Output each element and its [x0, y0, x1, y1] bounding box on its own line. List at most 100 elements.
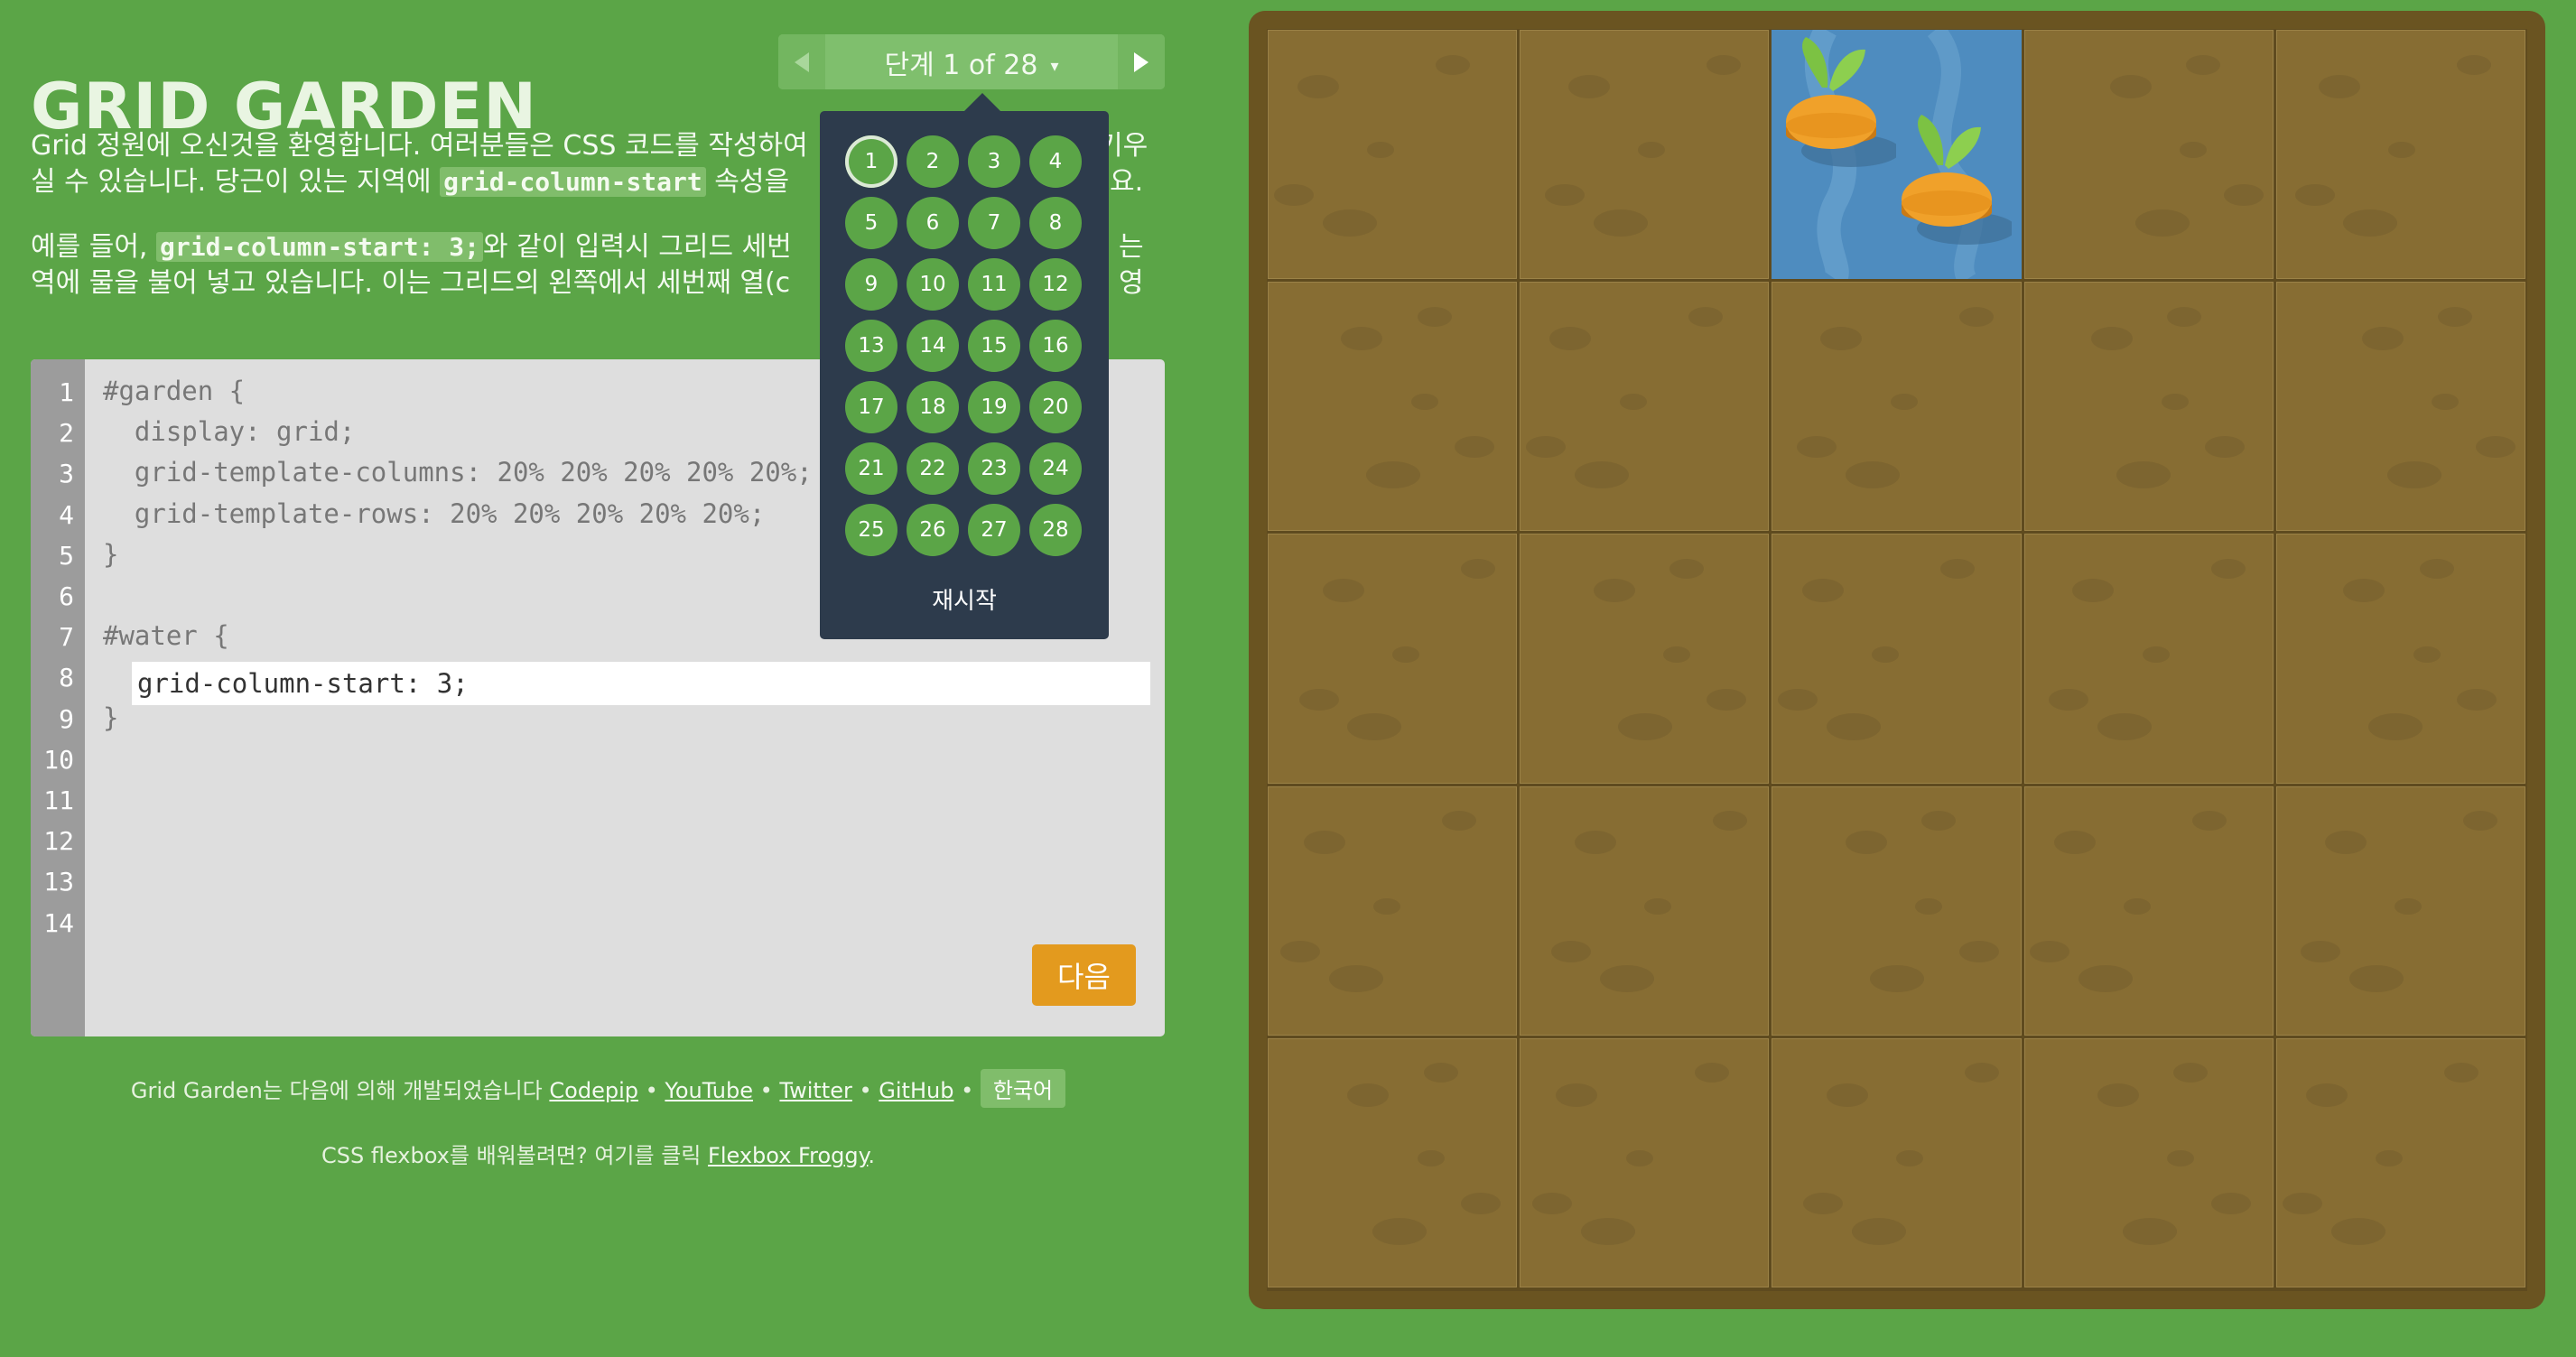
level-button-11[interactable]: 11 [968, 258, 1020, 311]
level-button-26[interactable]: 26 [907, 504, 959, 556]
soil-stone [1544, 184, 1585, 207]
flexbox-note-text: CSS flexbox를 배워볼려면? 여기를 클릭 [321, 1143, 709, 1168]
soil-stone [2072, 579, 2115, 603]
level-dropdown: 재시작 1 2 3 4 5 6 7 8 9 10 11 12 13 14 15 16 17 18 19 20 21 22 2… [820, 93, 1109, 639]
level-button-2[interactable]: 2 [907, 135, 959, 188]
level-button-20[interactable]: 20 [1029, 381, 1082, 433]
flexbox-note: CSS flexbox를 배워볼려면? 여기를 클릭 Flexbox Frogg… [0, 1138, 1196, 1169]
level-button-23[interactable]: 23 [968, 442, 1020, 495]
line-number: 3 [59, 459, 74, 489]
separator: • [752, 1078, 780, 1103]
soil-stone [1593, 579, 1635, 603]
level-button-28[interactable]: 28 [1029, 504, 1082, 556]
soil-stone [1801, 579, 1844, 603]
soil-stone [2091, 326, 2134, 350]
twitter-link[interactable]: Twitter [779, 1078, 851, 1103]
soil-stone [2386, 461, 2441, 489]
soil-stone [1442, 811, 1477, 832]
level-button-3[interactable]: 3 [968, 135, 1020, 188]
level-button-22[interactable]: 22 [907, 442, 959, 495]
soil-stone [1958, 306, 1994, 327]
soil-stone [2294, 184, 2335, 207]
soil-stone [1574, 831, 1616, 855]
soil-stone [2167, 306, 2202, 327]
soil-cell [1772, 1037, 2022, 1287]
level-button-21[interactable]: 21 [845, 442, 897, 495]
soil-stone [1531, 1193, 1572, 1215]
line-number: 5 [59, 540, 74, 571]
next-button[interactable]: 다음 [1032, 944, 1136, 1006]
codepip-link[interactable]: Codepip [549, 1078, 638, 1103]
css-answer-input[interactable] [132, 662, 1150, 705]
level-button-27[interactable]: 27 [968, 504, 1020, 556]
soil-stone [2330, 1217, 2385, 1245]
soil-stone [1392, 646, 1420, 663]
chevron-down-icon: ▾ [1050, 56, 1059, 76]
soil-stone [1322, 579, 1364, 603]
soil-stone [2376, 1150, 2404, 1167]
flexbox-note-suffix: . [868, 1143, 876, 1168]
garden-grid [1267, 29, 2527, 1291]
level-button-10[interactable]: 10 [907, 258, 959, 311]
soil-stone [2161, 394, 2189, 411]
separator: • [953, 1078, 981, 1103]
flexbox-froggy-link[interactable]: Flexbox Froggy [708, 1143, 868, 1168]
soil-stone [1688, 306, 1723, 327]
level-button-9[interactable]: 9 [845, 258, 897, 311]
soil-stone [1455, 436, 1495, 459]
soil-stone [1778, 688, 1818, 711]
code-line: grid-template-rows: 20% 20% 20% 20% 20%; [103, 497, 766, 529]
instructions-text: 역에 물을 불어 넣고 있습니다. 이는 그리드의 왼쪽에서 세번째 열(c [31, 267, 791, 299]
level-button-25[interactable]: 25 [845, 504, 897, 556]
level-navigation: 단계 1 of 28 ▾ [778, 34, 1165, 89]
soil-cell [1520, 1037, 1770, 1287]
level-button-17[interactable]: 17 [845, 381, 897, 433]
line-number: 8 [59, 663, 74, 693]
soil-stone [2124, 897, 2152, 915]
soil-cell [2275, 282, 2525, 532]
soil-stone [1373, 897, 1401, 915]
next-level-button[interactable] [1118, 34, 1165, 89]
level-button-14[interactable]: 14 [907, 320, 959, 372]
soil-stone [1939, 559, 1975, 579]
level-button-1[interactable]: 1 [845, 135, 897, 188]
soil-stone [2413, 646, 2441, 663]
level-button-12[interactable]: 12 [1029, 258, 1082, 311]
line-number: 14 [43, 907, 74, 938]
level-button-24[interactable]: 24 [1029, 442, 1082, 495]
soil-stone [1347, 1083, 1390, 1107]
level-button-18[interactable]: 18 [907, 381, 959, 433]
soil-stone [2438, 306, 2473, 327]
inline-code: grid-column-start [440, 167, 706, 197]
code-line: display: grid; [103, 416, 356, 448]
level-button-13[interactable]: 13 [845, 320, 897, 372]
level-indicator[interactable]: 단계 1 of 28 ▾ [825, 42, 1118, 82]
level-button-8[interactable]: 8 [1029, 197, 1082, 249]
level-button-4[interactable]: 4 [1029, 135, 1082, 188]
soil-stone [2282, 1193, 2322, 1215]
language-selector[interactable]: 한국어 [980, 1069, 1066, 1108]
carrot-icon [1779, 35, 1902, 174]
level-button-15[interactable]: 15 [968, 320, 1020, 372]
level-button-19[interactable]: 19 [968, 381, 1020, 433]
youtube-link[interactable]: YouTube [665, 1078, 753, 1103]
line-number: 10 [43, 744, 74, 775]
level-button-7[interactable]: 7 [968, 197, 1020, 249]
soil-stone [2167, 1150, 2195, 1167]
instructions-text: 는 영 [1119, 231, 1144, 299]
soil-stone [1921, 811, 1957, 832]
github-link[interactable]: GitHub [879, 1078, 953, 1103]
soil-stone [1372, 1217, 1427, 1245]
level-button-6[interactable]: 6 [907, 197, 959, 249]
triangle-right-icon [1134, 51, 1149, 72]
soil-stone [2049, 688, 2089, 711]
level-button-16[interactable]: 16 [1029, 320, 1082, 372]
code-line: } [103, 538, 119, 570]
reset-button[interactable]: 재시작 [820, 582, 1109, 616]
soil-stone [1618, 713, 1673, 741]
instructions-text: 예를 들어, [31, 231, 157, 263]
soil-stone [1273, 184, 1314, 207]
level-button-5[interactable]: 5 [845, 197, 897, 249]
soil-cell [1268, 1037, 1518, 1287]
previous-level-button[interactable] [778, 34, 825, 89]
